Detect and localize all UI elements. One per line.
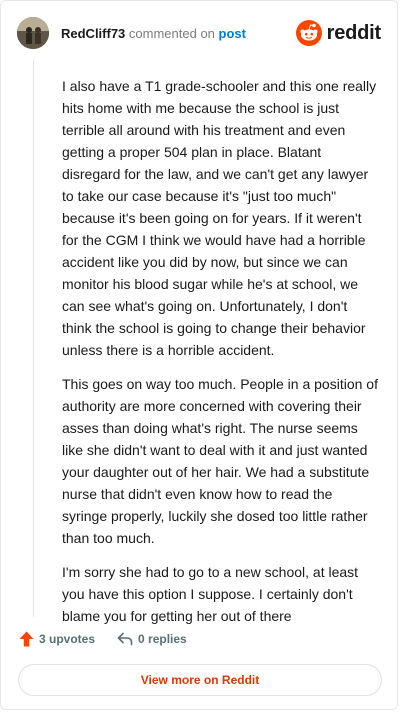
reddit-logo[interactable]: reddit	[295, 20, 382, 46]
post-link[interactable]: post	[219, 26, 246, 41]
upvote-button[interactable]: 3 upvotes	[19, 631, 95, 647]
comment-body: I also have a T1 grade-schooler and this…	[62, 75, 380, 639]
comment-paragraph: I'm sorry she had to go to a new school,…	[62, 564, 359, 624]
thread-line	[33, 59, 34, 617]
upvote-arrow-icon	[19, 631, 34, 647]
user-avatar-photo-icon	[17, 17, 49, 49]
comment-meta: RedCliff73 commented on post	[61, 26, 246, 41]
reddit-snoo-icon	[295, 20, 322, 46]
reply-button[interactable]: 0 replies	[117, 632, 187, 646]
avatar[interactable]	[17, 17, 49, 49]
reply-count: 0 replies	[138, 632, 187, 646]
comment-paragraph: This goes on way too much. People in a p…	[62, 376, 378, 546]
comment-paragraph: I also have a T1 grade-schooler and this…	[62, 78, 377, 358]
reddit-wordmark: reddit	[326, 21, 382, 44]
username-link[interactable]: RedCliff73	[61, 26, 125, 41]
upvote-count: 3 upvotes	[39, 632, 96, 646]
commented-on-text: commented on	[128, 26, 215, 41]
comment-actions: 3 upvotes 0 replies	[19, 629, 187, 649]
comment-header: RedCliff73 commented on post reddit	[17, 17, 381, 51]
reply-arrow-icon	[117, 632, 133, 646]
comment-embed-card: RedCliff73 commented on post reddit I al…	[0, 0, 398, 710]
view-more-on-reddit-button[interactable]: View more on Reddit	[18, 664, 382, 696]
